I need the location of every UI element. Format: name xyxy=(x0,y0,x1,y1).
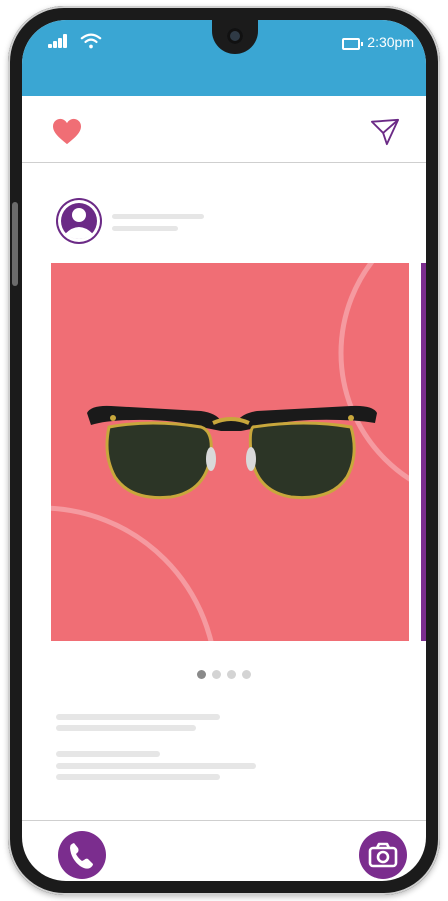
right-lens xyxy=(248,421,356,500)
sunglasses-image xyxy=(51,263,409,641)
caption-placeholder xyxy=(56,751,160,757)
bottom-bar xyxy=(22,820,426,881)
subtitle-placeholder xyxy=(112,226,178,231)
phone-button[interactable] xyxy=(58,831,106,879)
carousel-dot-2[interactable] xyxy=(212,670,221,679)
caption-placeholder xyxy=(56,774,220,780)
signal-icon xyxy=(48,34,68,48)
caption-placeholder xyxy=(56,763,256,769)
camera-icon xyxy=(368,842,398,868)
user-avatar-icon[interactable] xyxy=(56,198,102,244)
screen: 2:30pm xyxy=(22,20,426,881)
carousel-dots xyxy=(22,670,426,679)
left-lens xyxy=(105,421,213,500)
caption-placeholder xyxy=(56,725,196,731)
post-image[interactable] xyxy=(51,263,409,641)
phone-icon xyxy=(70,843,93,869)
battery-icon xyxy=(342,38,363,50)
camera-notch xyxy=(212,20,258,54)
carousel-dot-4[interactable] xyxy=(242,670,251,679)
front-camera xyxy=(227,28,243,44)
heart-icon[interactable] xyxy=(52,118,82,146)
status-bar: 2:30pm xyxy=(22,20,426,96)
username-placeholder xyxy=(112,214,204,219)
status-time: 2:30pm xyxy=(367,34,414,50)
top-bar xyxy=(22,96,426,163)
nose-pad xyxy=(206,447,216,471)
camera-button[interactable] xyxy=(359,831,407,879)
caption-placeholder xyxy=(56,714,220,720)
decor-arc xyxy=(51,505,214,641)
nose-pad xyxy=(246,447,256,471)
avatar-silhouette xyxy=(58,200,100,242)
volume-button xyxy=(12,202,18,286)
send-icon[interactable] xyxy=(370,118,400,146)
carousel-dot-1[interactable] xyxy=(197,670,206,679)
wifi-icon xyxy=(80,33,102,49)
next-card-peek[interactable] xyxy=(421,263,426,641)
phone-frame: 2:30pm xyxy=(8,6,440,895)
carousel-dot-3[interactable] xyxy=(227,670,236,679)
